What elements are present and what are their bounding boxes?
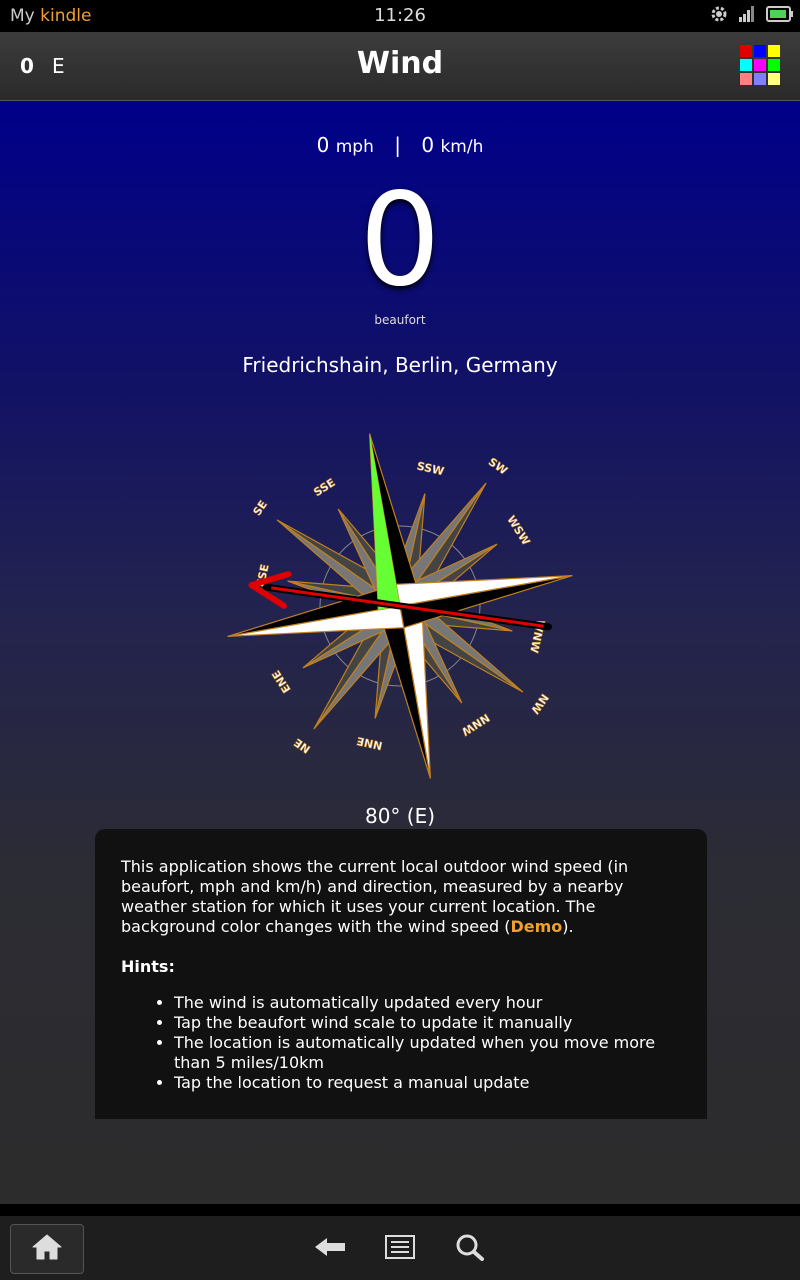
compass-label: NE	[292, 736, 313, 756]
status-icons	[710, 6, 794, 26]
palette-swatch	[740, 45, 752, 57]
palette-swatch	[740, 73, 752, 85]
speed-separator: |	[394, 133, 401, 157]
compass-label: NW	[528, 691, 551, 716]
compass-rose: SSSWSWWSWWWNWNWNNWNNNENEENEEESESESSE	[210, 433, 590, 779]
compass-label: SE	[251, 498, 271, 518]
mph-value: 0	[316, 133, 330, 157]
description-end: ).	[562, 917, 574, 936]
wind-degrees: 80° (E)	[364, 804, 436, 828]
compass-label: WSW	[504, 513, 532, 547]
list-item: Tap the location to request a manual upd…	[174, 1073, 681, 1093]
description: This application shows the current local…	[121, 857, 681, 937]
menu-icon	[385, 1235, 415, 1263]
search-icon	[455, 1233, 485, 1265]
palette-swatch	[740, 59, 752, 71]
beaufort-value[interactable]: 0	[0, 171, 800, 311]
list-item: Tap the beaufort wind scale to update it…	[174, 1013, 681, 1033]
compass-label: W	[585, 558, 590, 584]
kmh-unit: km/h	[440, 137, 484, 157]
title-bar: 0 E Wind	[0, 32, 800, 101]
compass-label: SW	[486, 455, 510, 477]
hints-list: The wind is automatically updated every …	[121, 993, 681, 1093]
speed-readout: 0 mph | 0 km/h	[0, 133, 800, 157]
search-button[interactable]	[452, 1234, 488, 1264]
menu-button[interactable]	[382, 1234, 418, 1264]
back-button[interactable]	[312, 1234, 348, 1264]
home-button[interactable]	[10, 1224, 84, 1274]
list-item: The wind is automatically updated every …	[174, 993, 681, 1013]
signal-icon	[738, 6, 756, 26]
gear-icon[interactable]	[710, 5, 728, 27]
palette-swatch	[754, 45, 766, 57]
battery-icon	[766, 6, 794, 26]
location-label[interactable]: Friedrichshain, Berlin, Germany	[0, 353, 800, 377]
bottom-nav	[0, 1204, 800, 1280]
compass-label: SSW	[416, 460, 446, 479]
back-icon	[313, 1236, 347, 1262]
palette-swatch	[768, 73, 780, 85]
color-palette-icon[interactable]	[740, 45, 780, 85]
page-title: Wind	[356, 46, 444, 81]
beaufort-label: beaufort	[374, 313, 426, 327]
compass-label: NNE	[356, 734, 384, 752]
compass-label: ENE	[270, 668, 294, 695]
mph-unit: mph	[335, 137, 374, 157]
status-bar: My kindle 11:26	[0, 0, 800, 32]
demo-link[interactable]: Demo	[510, 917, 562, 936]
list-item: The location is automatically updated wh…	[174, 1033, 681, 1073]
clock: 11:26	[374, 5, 426, 26]
palette-swatch	[768, 45, 780, 57]
compass-label: SSE	[311, 476, 337, 499]
compass-label: NNW	[459, 711, 492, 738]
palette-swatch	[754, 59, 766, 71]
home-icon	[31, 1233, 63, 1265]
info-panel: This application shows the current local…	[95, 829, 707, 1119]
hints-title: Hints:	[121, 957, 175, 976]
kmh-value: 0	[421, 133, 435, 157]
palette-swatch	[754, 73, 766, 85]
palette-swatch	[768, 59, 780, 71]
compass-label: E	[210, 632, 215, 650]
